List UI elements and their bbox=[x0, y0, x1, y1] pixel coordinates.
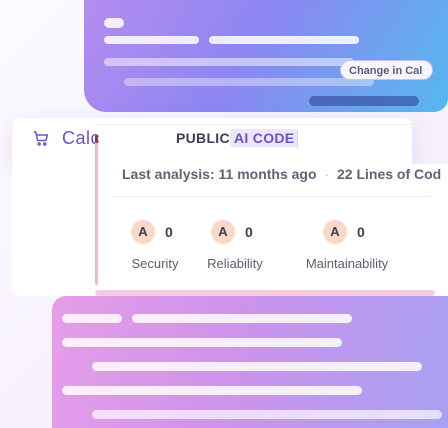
placeholder-bar bbox=[62, 338, 342, 347]
placeholder-bar bbox=[132, 314, 352, 323]
placeholder-bar bbox=[124, 78, 374, 86]
ai-code-badge: AI CODE bbox=[230, 129, 299, 147]
separator-dot: · bbox=[324, 166, 330, 182]
placeholder-bar bbox=[309, 96, 419, 106]
lines-of-code: 22 Lines of Cod bbox=[336, 166, 442, 182]
placeholder-bar bbox=[104, 36, 199, 44]
placeholder-bar bbox=[104, 58, 354, 66]
background-window-top bbox=[84, 0, 448, 112]
change-in-calc-button[interactable]: Change in Cal bbox=[340, 60, 434, 80]
last-analysis-label: Last analysis: bbox=[122, 166, 215, 182]
card-bottom-divider bbox=[95, 290, 435, 296]
reliability-grade-badge: A bbox=[211, 220, 235, 244]
card-accent-cap bbox=[95, 135, 98, 143]
card-accent-stripe bbox=[95, 135, 98, 285]
placeholder-bar bbox=[209, 36, 359, 44]
visibility-badge: PUBLIC bbox=[176, 130, 230, 146]
placeholder-bar bbox=[92, 362, 422, 371]
metrics-separator bbox=[110, 196, 430, 197]
header-separator bbox=[95, 124, 435, 125]
maintainability-grade-badge: A bbox=[323, 220, 347, 244]
maintainability-label: Maintainability bbox=[305, 256, 389, 271]
security-grade-badge: A bbox=[131, 220, 155, 244]
last-analysis-age: 11 months ago bbox=[218, 166, 317, 182]
reliability-label: Reliability bbox=[207, 256, 263, 271]
metric-maintainability[interactable]: A 0 Maintainability bbox=[292, 220, 402, 271]
cart-icon bbox=[32, 129, 50, 147]
placeholder-bar bbox=[104, 18, 124, 28]
placeholder-bar bbox=[92, 410, 442, 419]
placeholder-bar bbox=[62, 314, 122, 323]
reliability-issue-count: 0 bbox=[245, 224, 253, 240]
last-analysis-row: Last analysis: 11 months ago · 22 Lines … bbox=[122, 166, 441, 182]
security-issue-count: 0 bbox=[165, 224, 173, 240]
header-divider bbox=[297, 130, 298, 148]
maintainability-issue-count: 0 bbox=[357, 224, 365, 240]
metric-reliability[interactable]: A 0 Reliability bbox=[180, 220, 290, 271]
background-window-bottom bbox=[52, 296, 448, 428]
placeholder-bar bbox=[62, 386, 362, 395]
